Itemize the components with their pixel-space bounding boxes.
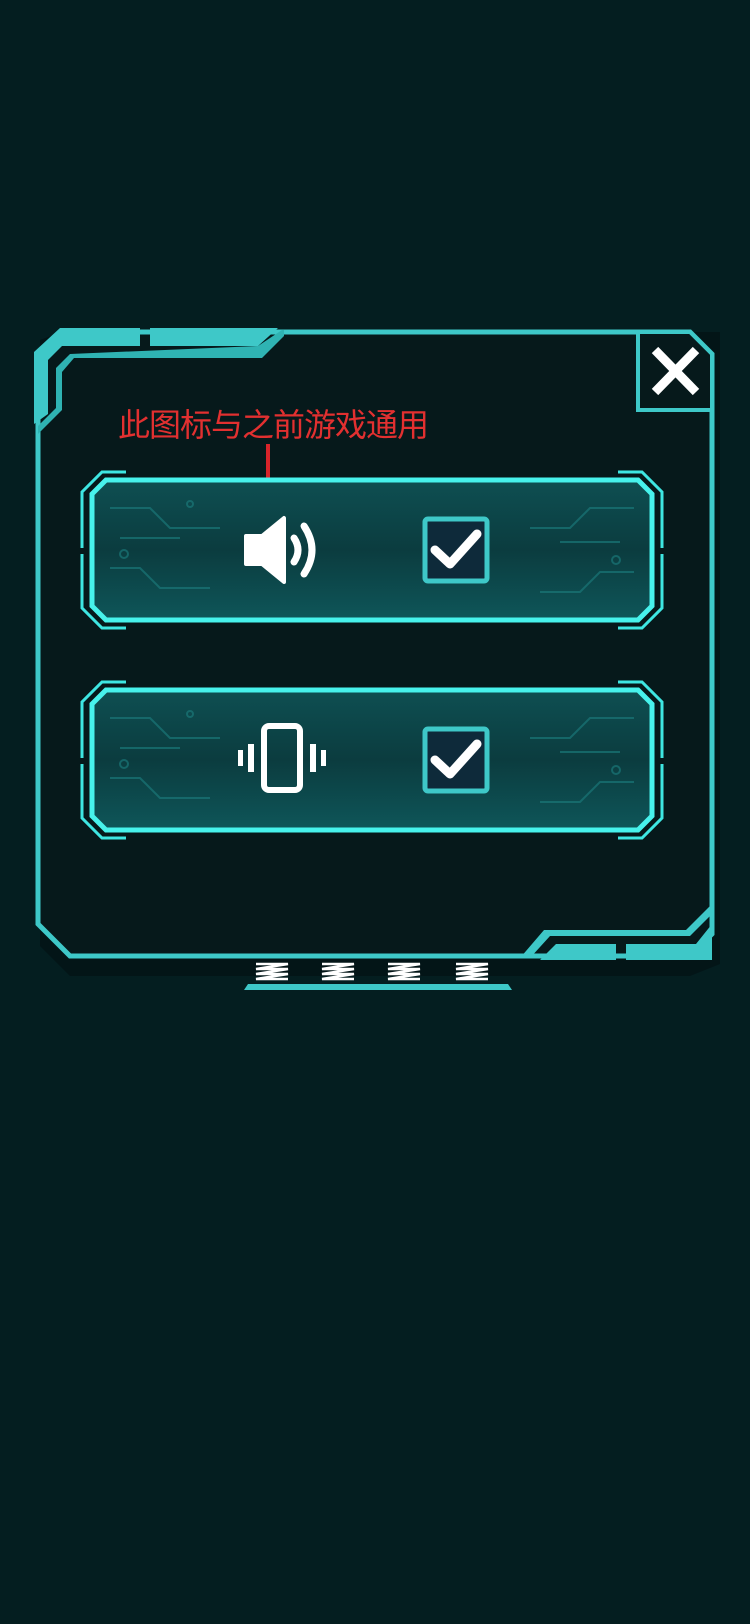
close-button[interactable] [638, 332, 713, 410]
speaker-icon [240, 512, 332, 588]
checkmark-icon [422, 726, 490, 794]
row-frame [80, 470, 664, 630]
setting-row-sound [80, 468, 664, 632]
sound-checkbox[interactable] [422, 516, 490, 584]
checkmark-icon [422, 516, 490, 584]
row-frame [80, 680, 664, 840]
close-icon [651, 346, 700, 396]
setting-row-vibration [80, 678, 664, 842]
annotation-label: 此图标与之前游戏通用 [118, 406, 429, 444]
bottom-tab-decoration [240, 960, 516, 990]
vibration-checkbox[interactable] [422, 726, 490, 794]
vibrate-phone-icon [236, 722, 328, 798]
